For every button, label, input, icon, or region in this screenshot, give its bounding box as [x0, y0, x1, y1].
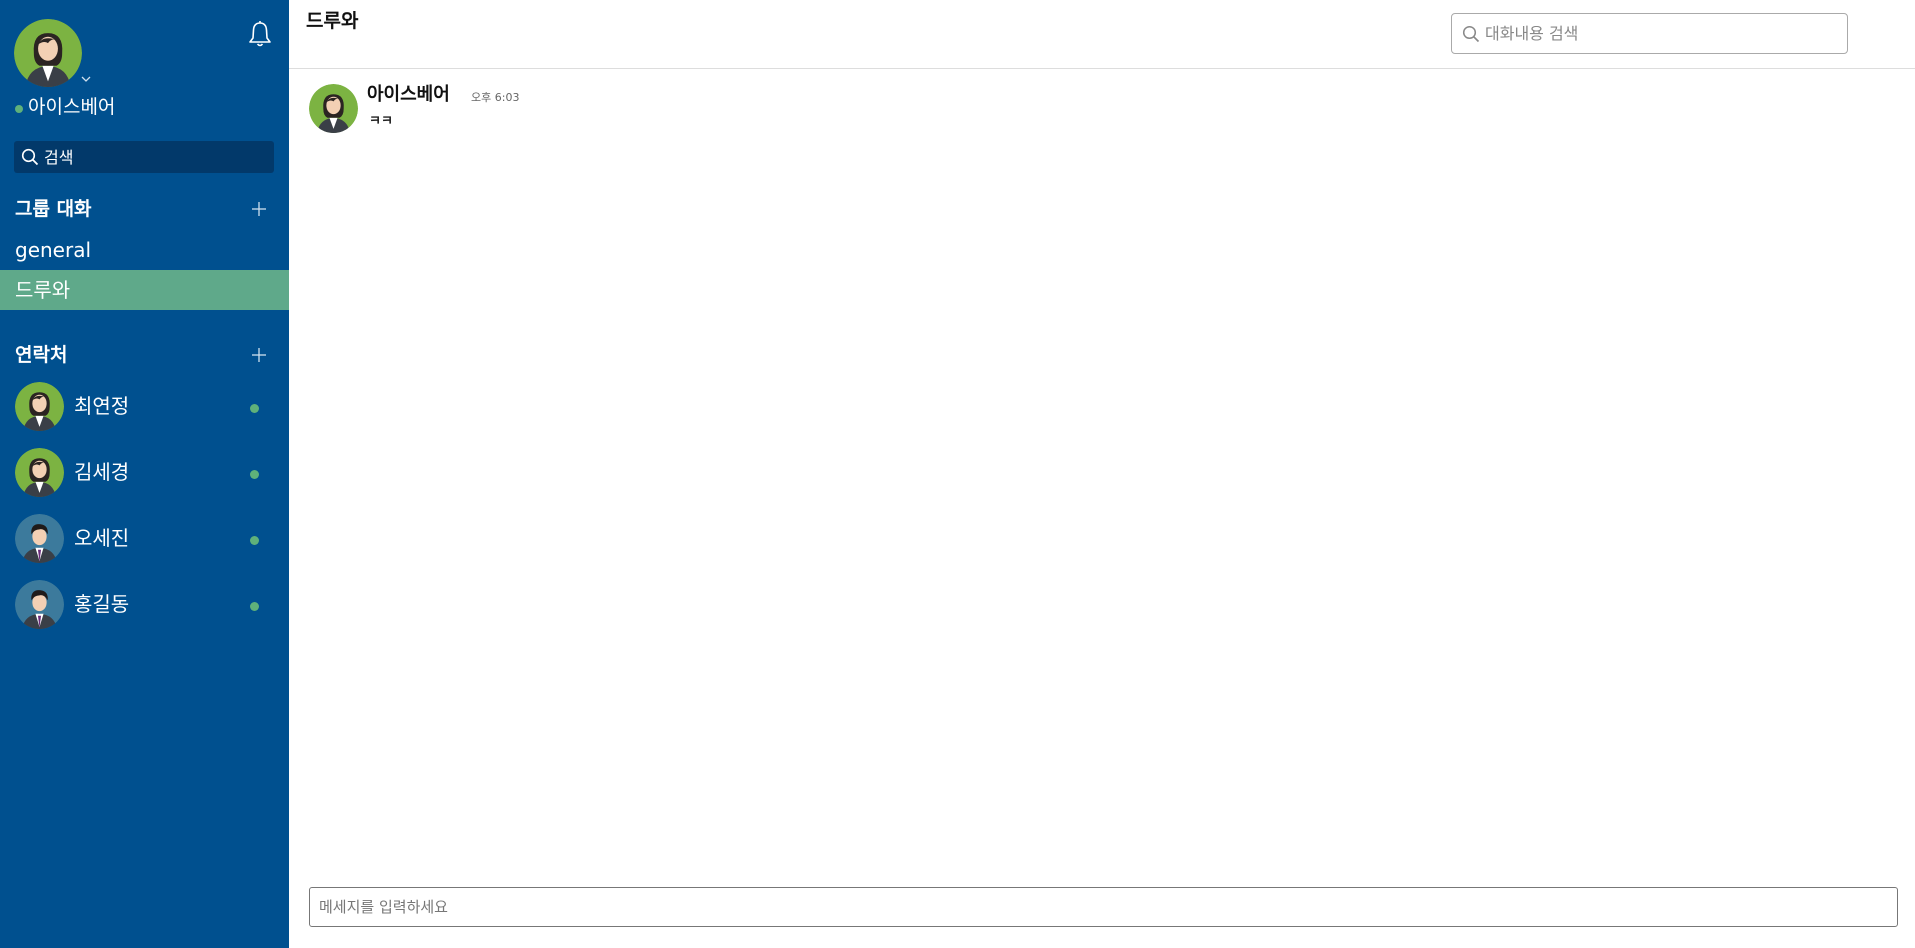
- contact-avatar: [15, 580, 64, 629]
- channel-title: 드루와: [306, 10, 359, 32]
- message-avatar[interactable]: [309, 84, 358, 133]
- message-text: ㅋㅋ: [369, 114, 393, 129]
- conversation-search: [1451, 13, 1848, 54]
- contact-item[interactable]: 김세경: [0, 444, 289, 502]
- search-icon: [1462, 25, 1480, 43]
- contact-item[interactable]: 오세진: [0, 510, 289, 568]
- contact-avatar: [15, 514, 64, 563]
- female-avatar-icon: [15, 448, 64, 497]
- contacts-title: 연락처: [15, 344, 68, 366]
- female-avatar-icon: [15, 382, 64, 431]
- contact-item[interactable]: 최연정: [0, 378, 289, 436]
- male-avatar-icon: [15, 514, 64, 563]
- add-group-plus-icon[interactable]: [251, 201, 267, 217]
- message-composer: [309, 887, 1898, 927]
- bell-icon[interactable]: [247, 20, 273, 48]
- female-avatar-icon: [309, 84, 358, 133]
- online-status-dot: [250, 404, 259, 413]
- message-input[interactable]: [319, 888, 1889, 926]
- message-time: 오후 6:03: [471, 91, 520, 104]
- male-avatar-icon: [15, 580, 64, 629]
- user-status-dot: [15, 105, 23, 113]
- contact-name: 최연정: [74, 394, 130, 418]
- contact-item[interactable]: 홍길동: [0, 576, 289, 634]
- chat-header: 드루와: [289, 0, 1915, 69]
- contact-name: 홍길동: [74, 592, 130, 616]
- chat-main: 드루와 아이스베어 오후 6:03 ㅋㅋ: [289, 0, 1915, 948]
- group-item-druwa[interactable]: 드루와: [0, 270, 289, 310]
- message-item: 아이스베어 오후 6:03 ㅋㅋ: [309, 84, 909, 134]
- online-status-dot: [250, 536, 259, 545]
- add-contact-plus-icon[interactable]: [251, 347, 267, 363]
- contact-avatar: [15, 448, 64, 497]
- search-icon: [21, 148, 39, 166]
- message-author: 아이스베어: [367, 84, 450, 105]
- user-name: 아이스베어: [28, 96, 116, 118]
- contact-avatar: [15, 382, 64, 431]
- contact-name: 김세경: [74, 460, 130, 484]
- conversation-search-input[interactable]: [1485, 14, 1840, 53]
- sidebar-search-input[interactable]: [44, 141, 266, 173]
- sidebar-search: [14, 141, 274, 173]
- online-status-dot: [250, 602, 259, 611]
- group-chats-title: 그룹 대화: [15, 198, 92, 220]
- user-avatar[interactable]: [14, 19, 82, 87]
- chevron-down-icon[interactable]: [80, 74, 92, 84]
- sidebar: 아이스베어 그룹 대화 general 드루와 연락처 최연정: [0, 0, 289, 948]
- online-status-dot: [250, 470, 259, 479]
- contact-name: 오세진: [74, 526, 130, 550]
- group-item-general[interactable]: general: [0, 230, 289, 270]
- female-avatar-icon: [14, 19, 82, 87]
